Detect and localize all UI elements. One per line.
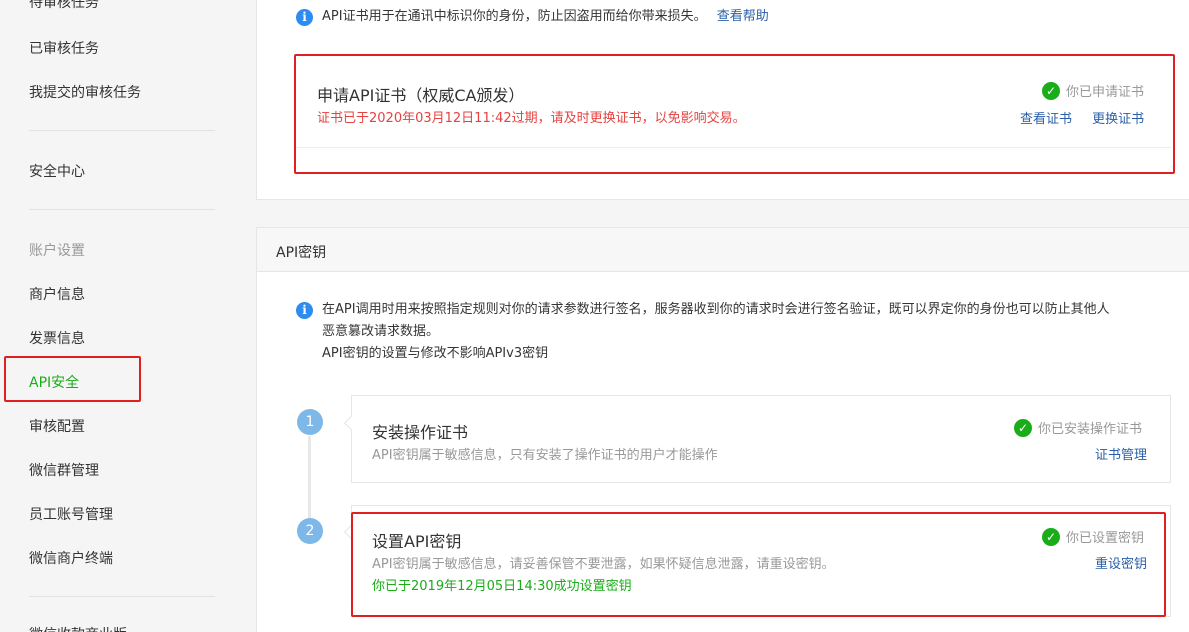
cert-info-description: API证书用于在通讯中标识你的身份，防止因盗用而给你带来损失。	[322, 9, 707, 24]
reset-key-link[interactable]: 重设密钥	[1095, 557, 1147, 572]
set-key-actions: 重设密钥	[1095, 553, 1147, 572]
cert-actions: 查看证书 更换证书	[1020, 108, 1144, 127]
help-link[interactable]: 查看帮助	[717, 9, 769, 24]
sidebar-item-staff-accounts[interactable]: 员工账号管理	[29, 504, 113, 524]
check-circle-icon: ✓	[1014, 418, 1032, 437]
sidebar-group-account-settings: 账户设置	[29, 243, 85, 259]
cert-info-text: API证书用于在通讯中标识你的身份，防止因盗用而给你带来损失。 查看帮助	[322, 6, 769, 28]
sidebar-item-business-edition[interactable]: 微信收款商业版	[29, 624, 127, 632]
step-set-key-title: 设置API密钥	[372, 532, 462, 551]
cert-status: ✓ 你已申请证书	[1042, 81, 1144, 100]
key-set-success-text: 你已于2019年12月05日14:30成功设置密钥	[372, 579, 632, 594]
sidebar-item-invoice-info[interactable]: 发票信息	[29, 328, 85, 348]
sidebar-item-merchant-terminal[interactable]: 微信商户终端	[29, 548, 113, 568]
info-circle-icon: i	[296, 9, 313, 26]
api-cert-title: 申请API证书（权威CA颁发）	[317, 86, 525, 105]
api-key-info-line3: API密钥的设置与修改不影响APIv3密钥	[322, 346, 549, 361]
step-number-1: 1	[297, 409, 323, 435]
set-key-status-text: 你已设置密钥	[1066, 531, 1145, 546]
highlight-box-api-security	[4, 356, 141, 402]
api-key-info-line2: 恶意篡改请求数据。	[322, 324, 440, 339]
sidebar-item-merchant-info[interactable]: 商户信息	[29, 284, 85, 304]
step-connector-line	[308, 436, 311, 518]
view-cert-link[interactable]: 查看证书	[1020, 112, 1072, 127]
step-install-cert-title: 安装操作证书	[372, 423, 469, 442]
set-key-status: ✓ 你已设置密钥	[1042, 527, 1144, 546]
cert-expired-warning: 证书已于2020年03月12日11:42过期，请及时更换证书，以免影响交易。	[317, 111, 746, 126]
sidebar-divider	[29, 209, 215, 210]
sidebar-item-pending-review[interactable]: 待审核任务	[29, 0, 99, 12]
install-cert-status: ✓ 你已安装操作证书	[1014, 418, 1142, 437]
install-cert-actions: 证书管理	[1095, 444, 1147, 463]
install-cert-status-text: 你已安装操作证书	[1038, 422, 1143, 437]
info-circle-icon: i	[296, 302, 313, 319]
step-install-cert-card	[351, 395, 1171, 483]
step-install-cert-desc: API密钥属于敏感信息，只有安装了操作证书的用户才能操作	[372, 448, 718, 463]
api-key-header: API密钥	[257, 228, 1189, 272]
sidebar-divider	[29, 596, 215, 597]
step-set-key-desc: API密钥属于敏感信息，请妥善保管不要泄露，如果怀疑信息泄露，请重设密钥。	[372, 557, 835, 572]
cert-status-text: 你已申请证书	[1066, 85, 1145, 100]
replace-cert-link[interactable]: 更换证书	[1092, 112, 1144, 127]
sidebar-item-wechat-groups[interactable]: 微信群管理	[29, 460, 99, 480]
sidebar-divider	[29, 130, 215, 131]
sidebar-item-security-center[interactable]: 安全中心	[29, 161, 85, 181]
sidebar-item-review-config[interactable]: 审核配置	[29, 416, 85, 436]
sidebar-item-my-submitted[interactable]: 我提交的审核任务	[29, 82, 141, 102]
check-circle-icon: ✓	[1042, 527, 1060, 546]
sidebar-nav: 待审核任务 已审核任务 我提交的审核任务 安全中心 账户设置 商户信息 发票信息…	[0, 0, 232, 632]
sidebar-item-reviewed[interactable]: 已审核任务	[29, 38, 99, 58]
check-circle-icon: ✓	[1042, 81, 1060, 100]
step-number-2: 2	[297, 518, 323, 544]
api-key-info-line1: 在API调用时用来按照指定规则对你的请求参数进行签名，服务器收到你的请求时会进行…	[322, 302, 1110, 317]
cert-management-link[interactable]: 证书管理	[1095, 448, 1147, 463]
